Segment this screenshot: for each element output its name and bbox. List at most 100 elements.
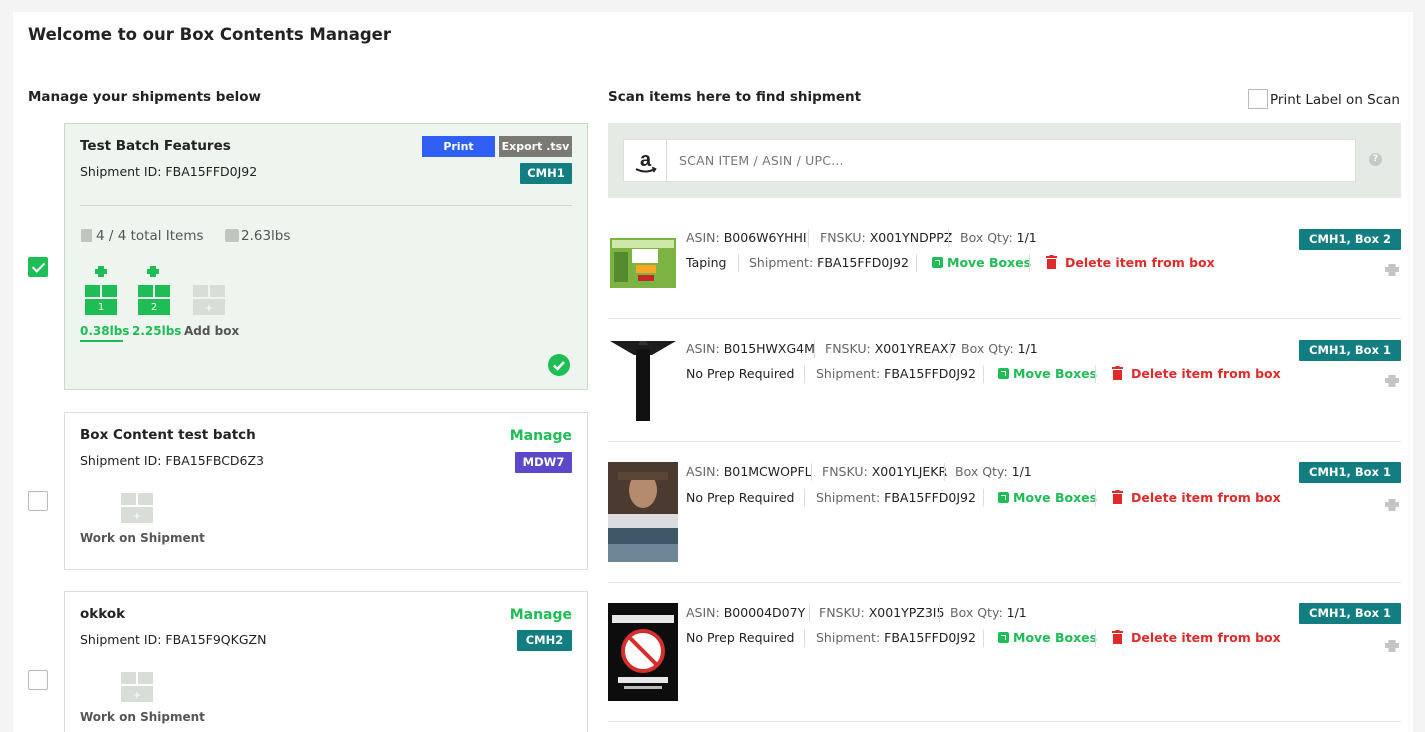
print-on-scan-option[interactable]: Print Label on Scan: [1248, 89, 1400, 109]
divider: [804, 365, 805, 383]
add-box-icon[interactable]: +: [193, 285, 225, 315]
shipment-name: Test Batch Features: [80, 138, 231, 154]
shipment-name: okkok: [80, 606, 126, 622]
page-title: Welcome to our Box Contents Manager: [28, 25, 391, 44]
total-items: 4 / 4 total Items: [96, 228, 204, 244]
divider: [1095, 365, 1096, 383]
box-weight[interactable]: 0.38lbs: [80, 324, 129, 338]
box-location-badge: CMH1, Box 1: [1299, 340, 1401, 361]
help-icon[interactable]: ?: [1369, 153, 1382, 166]
move-boxes-button[interactable]: Move Boxes: [998, 490, 1097, 505]
shipments-heading: Manage your shipments below: [28, 89, 261, 105]
box-location-badge: CMH1, Box 2: [1299, 229, 1401, 250]
asin-field: ASIN: B015HWXG4M: [686, 341, 815, 356]
divider: [738, 254, 739, 272]
shipment-field: Shipment: FBA15FFD0J92: [816, 630, 976, 645]
fnsku-field: FNSKU: X001YLJEKR: [822, 464, 948, 479]
print-button[interactable]: Print: [422, 136, 495, 157]
scale-icon: [225, 229, 239, 242]
divider: [983, 489, 984, 507]
divider: [814, 340, 815, 358]
external-link-icon: [998, 492, 1009, 503]
shipment-card[interactable]: Box Content test batch Shipment ID: FBA1…: [64, 412, 588, 570]
printer-icon[interactable]: [1385, 264, 1399, 276]
work-on-shipment-button[interactable]: Work on Shipment: [80, 710, 205, 724]
fnsku-field: FNSKU: X001YNDPPZ: [820, 230, 953, 245]
box-qty-field: Box Qty: 1/1: [960, 230, 1037, 245]
printer-icon[interactable]: [1385, 375, 1399, 387]
shipment-id: Shipment ID: FBA15FBCD6Z3: [80, 453, 265, 468]
work-on-shipment-button[interactable]: Work on Shipment: [80, 531, 205, 545]
shipment-id: Shipment ID: FBA15FFD0J92: [80, 164, 258, 179]
scan-heading: Scan items here to find shipment: [608, 89, 862, 105]
delete-item-button[interactable]: Delete item from box: [1112, 490, 1281, 505]
scan-input[interactable]: a SCAN ITEM / ASIN / UPC...: [623, 139, 1356, 182]
box-icon[interactable]: +: [121, 672, 153, 702]
svg-text:+: +: [133, 511, 141, 522]
trash-icon: [1112, 630, 1123, 644]
box-qty-field: Box Qty: 1/1: [955, 464, 1032, 479]
delete-item-button[interactable]: Delete item from box: [1112, 366, 1281, 381]
print-on-scan-checkbox[interactable]: [1248, 89, 1268, 109]
shipment-select-checkbox[interactable]: [28, 491, 48, 511]
box-location-badge: CMH1, Box 1: [1299, 603, 1401, 624]
manage-link[interactable]: Manage: [510, 607, 572, 623]
shipment-field: Shipment: FBA15FFD0J92: [749, 255, 909, 270]
box-icon[interactable]: +: [121, 493, 153, 523]
divider: [939, 604, 940, 622]
external-link-icon: [932, 257, 943, 268]
shipment-select-checkbox[interactable]: [28, 670, 48, 690]
amazon-icon: a: [624, 140, 667, 181]
printer-icon[interactable]: [1385, 499, 1399, 511]
divider: [804, 629, 805, 647]
asin-field: ASIN: B00004D07Y: [686, 605, 806, 620]
svg-text:a: a: [640, 149, 652, 171]
fulfillment-center-badge: CMH1: [520, 163, 572, 184]
print-on-scan-label: Print Label on Scan: [1270, 92, 1400, 108]
shipment-field: Shipment: FBA15FFD0J92: [816, 490, 976, 505]
add-box-label[interactable]: Add box: [184, 324, 239, 338]
divider: [916, 254, 917, 272]
divider: [1095, 629, 1096, 647]
delete-item-button[interactable]: Delete item from box: [1112, 630, 1281, 645]
box-number: 2: [150, 302, 158, 313]
divider: [944, 463, 945, 481]
asin-field: ASIN: B006W6YHHI: [686, 230, 807, 245]
item-row: ASIN: B01MCWOPFL FNSKU: X001YLJEKR Box Q…: [608, 442, 1401, 583]
move-boxes-button[interactable]: Move Boxes: [998, 366, 1097, 381]
shipment-card[interactable]: Test Batch Features Shipment ID: FBA15FF…: [64, 123, 588, 390]
product-image: [608, 232, 678, 293]
fnsku-field: FNSKU: X001YPZ3I5: [819, 605, 945, 620]
delete-item-button[interactable]: Delete item from box: [1046, 255, 1215, 270]
box-weight[interactable]: 2.25lbs: [132, 324, 181, 338]
divider: [809, 604, 810, 622]
move-boxes-button[interactable]: Move Boxes: [932, 255, 1031, 270]
shipment-select-checkbox[interactable]: [28, 257, 48, 277]
move-boxes-button[interactable]: Move Boxes: [998, 630, 1097, 645]
box-number: 1: [97, 302, 105, 313]
item-row: ASIN: B015HWXG4M FNSKU: X001YREAX7 Box Q…: [608, 319, 1401, 442]
svg-text:+: +: [205, 303, 213, 314]
item-row: ASIN: B00004D07Y FNSKU: X001YPZ3I5 Box Q…: [608, 583, 1401, 722]
printer-icon[interactable]: [95, 266, 107, 277]
box-qty-field: Box Qty: 1/1: [950, 605, 1027, 620]
manage-link[interactable]: Manage: [510, 428, 572, 444]
fnsku-field: FNSKU: X001YREAX7: [825, 341, 957, 356]
divider: [811, 463, 812, 481]
divider: [983, 629, 984, 647]
trash-icon: [1112, 366, 1123, 380]
export-tsv-button[interactable]: Export .tsv: [499, 136, 572, 157]
item-row: ASIN: B006W6YHHI FNSKU: X001YNDPPZ Box Q…: [608, 213, 1401, 319]
shipment-card[interactable]: okkok Shipment ID: FBA15F9QKGZN Manage C…: [64, 591, 588, 732]
printer-icon[interactable]: [147, 266, 159, 277]
printer-icon[interactable]: [1385, 640, 1399, 652]
divider: [1095, 489, 1096, 507]
shipment-field: Shipment: FBA15FFD0J92: [816, 366, 976, 381]
product-image: [608, 339, 678, 421]
total-weight: 2.63lbs: [241, 228, 291, 244]
box-qty-field: Box Qty: 1/1: [961, 341, 1038, 356]
trash-icon: [1046, 255, 1057, 269]
fulfillment-center-badge: MDW7: [515, 452, 572, 473]
box-location-badge: CMH1, Box 1: [1299, 462, 1401, 483]
prep-field: No Prep Required: [686, 630, 795, 645]
